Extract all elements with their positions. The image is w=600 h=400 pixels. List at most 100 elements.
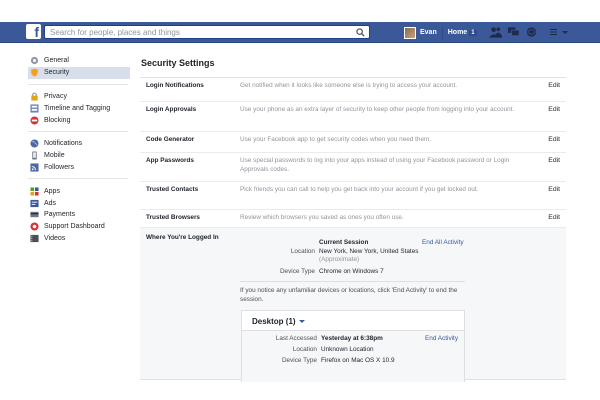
current-session-heading: Current Session [319, 239, 369, 246]
last-accessed-key: Last Accessed [275, 335, 317, 342]
location-key: Location [290, 248, 315, 255]
sidebar-item-label: Notifications [44, 140, 83, 148]
sidebar-item-blocking[interactable]: Blocking [28, 114, 130, 126]
sidebar-divider [28, 83, 128, 85]
divider [240, 281, 465, 282]
sidebar-item-videos[interactable]: Videos [28, 233, 130, 245]
avatar[interactable] [404, 26, 416, 39]
block-icon [30, 116, 39, 125]
sidebar-item-security[interactable]: Security [28, 66, 130, 79]
end-all-activity-link[interactable]: End All Activity [422, 239, 464, 246]
security-settings-panel: Security Settings Login Notifications Ge… [140, 56, 566, 382]
location-value: Unknown Location [321, 346, 374, 353]
edit-link[interactable]: Edit [548, 82, 560, 89]
home-link[interactable]: Home 1 [448, 29, 477, 36]
sidebar-item-label: Timeline and Tagging [44, 104, 111, 112]
search-icon[interactable] [356, 28, 365, 37]
sidebar-divider [28, 178, 128, 180]
setting-label: Login Approvals [146, 106, 197, 113]
chevron-down-icon [298, 320, 305, 323]
desktop-sessions-label: Desktop (1) [252, 317, 296, 326]
sidebar-item-label: Support Dashboard [44, 223, 105, 231]
current-device: Device Type Chrome on Windows 7 [240, 268, 480, 278]
setting-row-trusted-browsers[interactable]: Trusted Browsers Review which browsers y… [140, 210, 566, 228]
section-label: Where You're Logged In [146, 234, 219, 241]
search-input[interactable]: Search for people, places and things [44, 25, 370, 39]
lock-icon [31, 92, 38, 101]
device-type-key: Device Type [279, 268, 315, 275]
setting-label: Login Notifications [146, 82, 204, 89]
ads-icon [30, 199, 39, 207]
edit-link[interactable]: Edit [548, 214, 560, 221]
apps-icon [30, 187, 39, 196]
sidebar-item-label: General [44, 57, 69, 65]
sidebar-item-label: Followers [44, 163, 74, 171]
setting-description: Pick friends you can call to help you ge… [240, 186, 479, 193]
setting-description: Review which browsers you saved as ones … [240, 214, 404, 221]
sidebar-item-label: Mobile [44, 152, 65, 160]
sidebar-item-apps[interactable]: Apps [28, 185, 130, 197]
sidebar-item-label: Videos [44, 234, 66, 242]
sidebar-item-label: Security [44, 69, 70, 77]
location-value: New York, New York, United States [319, 248, 419, 255]
globe-icon [30, 139, 39, 148]
setting-description: Get notified when it looks like someone … [240, 82, 458, 89]
home-count-badge: 1 [469, 30, 477, 36]
rss-icon [30, 163, 39, 172]
current-location: Location New York, New York, United Stat… [240, 248, 480, 268]
user-area: Evan Home 1 [404, 25, 477, 40]
last-accessed-value: Yesterday at 6:38pm [321, 335, 383, 342]
setting-label: Trusted Browsers [146, 214, 200, 221]
device-type-value: Chrome on Windows 7 [319, 268, 384, 275]
edit-link[interactable]: Edit [548, 136, 560, 143]
sidebar-item-label: Apps [44, 187, 60, 195]
notifications-icon[interactable] [525, 26, 538, 38]
setting-description: Use special passwords to log into your a… [240, 157, 510, 173]
user-name-link[interactable]: Evan [420, 29, 437, 36]
sidebar-item-support-dashboard[interactable]: Support Dashboard [28, 221, 130, 233]
unfamiliar-device-notice: If you notice any unfamiliar devices or … [240, 287, 458, 303]
edit-link[interactable]: Edit [548, 106, 560, 113]
edit-link[interactable]: Edit [548, 157, 560, 164]
sidebar-item-general[interactable]: General [28, 55, 130, 67]
search-placeholder: Search for people, places and things [50, 28, 180, 37]
setting-row-trusted-contacts[interactable]: Trusted Contacts Pick friends you can ca… [140, 182, 566, 210]
session-device: Device Type Firefox on Mac OS X 10.9 [242, 357, 462, 367]
settings-menu-icon[interactable] [549, 27, 569, 37]
desktop-sessions-toggle[interactable]: Desktop (1) [242, 311, 464, 331]
page-title: Security Settings [140, 56, 566, 78]
sidebar-item-ads[interactable]: Ads [28, 197, 130, 209]
setting-row-code-generator[interactable]: Code Generator Use your Facebook app to … [140, 132, 566, 153]
payments-icon [30, 212, 39, 218]
end-activity-link[interactable]: End Activity [425, 335, 458, 342]
sidebar-item-followers[interactable]: Followers [28, 162, 130, 174]
sidebar-item-privacy[interactable]: Privacy [28, 91, 130, 103]
setting-description: Use your phone as an extra layer of secu… [240, 106, 515, 113]
setting-row-app-passwords[interactable]: App Passwords Use special passwords to l… [140, 153, 566, 182]
setting-label: Trusted Contacts [146, 186, 199, 193]
setting-label: Code Generator [146, 136, 195, 143]
sidebar-item-timeline-and-tagging[interactable]: Timeline and Tagging [28, 102, 130, 114]
desktop-sessions-card: Desktop (1) Last Accessed Yesterday at 6… [241, 310, 465, 382]
setting-description: Use your Facebook app to get security co… [240, 136, 432, 143]
messages-icon[interactable] [507, 26, 520, 38]
timeline-icon [30, 104, 39, 113]
facebook-logo[interactable]: f [26, 24, 41, 39]
sidebar-item-label: Blocking [44, 116, 71, 124]
session-location: Location Unknown Location [242, 346, 462, 356]
setting-label: App Passwords [146, 157, 194, 164]
gear-icon [30, 57, 39, 65]
video-icon [30, 234, 39, 243]
setting-row-login-notifications[interactable]: Login Notifications Get notified when it… [140, 78, 566, 102]
location-key: Location [292, 346, 317, 353]
friend-requests-icon[interactable] [489, 26, 502, 38]
divider [441, 26, 443, 39]
settings-sidebar: General Security Privacy Timeline and Ta… [28, 55, 130, 244]
edit-link[interactable]: Edit [548, 186, 560, 193]
setting-row-login-approvals[interactable]: Login Approvals Use your phone as an ext… [140, 102, 566, 132]
sidebar-item-mobile[interactable]: Mobile [28, 150, 130, 162]
approximate-note: (Approximate) [319, 256, 360, 263]
sidebar-item-payments[interactable]: Payments [28, 209, 130, 221]
where-logged-in-section: Where You're Logged In Current Session E… [140, 228, 566, 382]
sidebar-item-notifications[interactable]: Notifications [28, 138, 130, 150]
